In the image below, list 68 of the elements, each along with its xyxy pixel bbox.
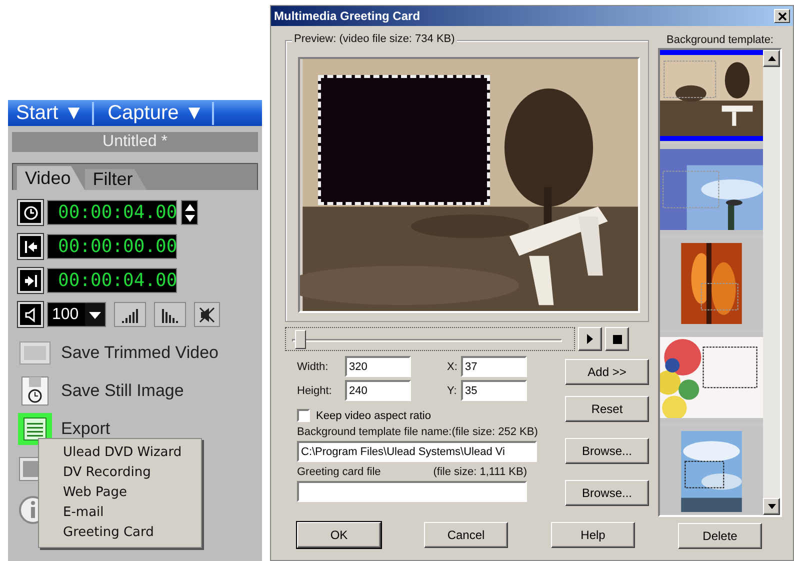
menu-item[interactable]: Greeting Card	[39, 523, 201, 543]
down-arrow-icon	[768, 504, 776, 509]
falling-bars-icon	[160, 306, 180, 322]
clock-icon	[22, 204, 38, 220]
tab[interactable]: Video	[17, 166, 85, 190]
field-label: Greeting card file	[297, 466, 381, 478]
play-button[interactable]	[578, 327, 602, 351]
volume-dropdown[interactable]: 100	[47, 302, 106, 327]
field-label: Background template file name:(file size: 252 KB)	[297, 426, 538, 438]
spin-button[interactable]	[181, 200, 198, 225]
list-label: Background template:	[666, 34, 774, 46]
play-icon	[586, 334, 594, 344]
close-icon	[778, 12, 786, 20]
field-label: Width:	[297, 360, 330, 372]
up-down-arrows-icon	[184, 202, 196, 222]
dialog-button[interactable]: Help	[551, 522, 635, 548]
fade-in-button[interactable]	[114, 302, 146, 327]
rising-bars-icon	[120, 306, 140, 322]
number-field[interactable]: 320	[345, 356, 411, 377]
window-title: Multimedia Greeting Card	[274, 9, 420, 23]
step-tab[interactable]: Capture ▼	[108, 102, 214, 124]
field-label: Height:	[297, 384, 333, 396]
up-arrow-icon	[768, 56, 776, 61]
dialog-button[interactable]: Reset	[565, 396, 649, 422]
field-label: X:	[446, 360, 458, 372]
mark-in-icon	[22, 238, 38, 254]
number-field[interactable]: 35	[461, 380, 527, 401]
number-field[interactable]: 240	[345, 380, 411, 401]
scrollbar[interactable]	[763, 50, 780, 515]
close-button[interactable]	[774, 9, 790, 23]
tab[interactable]: Filter	[84, 169, 147, 190]
mark-out-icon	[22, 272, 38, 288]
path-field[interactable]	[297, 481, 527, 502]
action-button[interactable]: Save Still Image	[18, 377, 262, 405]
timecode-display[interactable]: 00:00:04.00	[47, 268, 177, 293]
field-label: Y:	[446, 384, 458, 396]
fade-out-button[interactable]	[154, 302, 186, 327]
action-button[interactable]: Save Trimmed Video	[18, 339, 262, 367]
path-field[interactable]: C:\Program Files\Ulead Systems\Ulead Vi	[297, 441, 537, 462]
timecode-button[interactable]	[18, 200, 43, 225]
mute-button[interactable]	[194, 302, 220, 327]
timecode-button[interactable]	[18, 234, 43, 259]
menu-item[interactable]: Web Page	[39, 483, 201, 503]
timecode-button[interactable]	[18, 268, 43, 293]
dialog-button[interactable]: Add >>	[565, 359, 649, 385]
group-label: Preview: (video file size: 734 KB)	[292, 33, 457, 45]
project-title: Untitled *	[12, 132, 258, 152]
timecode-display[interactable]: 00:00:00.00	[47, 234, 177, 259]
stop-icon	[612, 334, 622, 344]
menu-item[interactable]: Ulead DVD Wizard	[39, 443, 201, 463]
aspect-checkbox[interactable]: Keep video aspect ratio	[297, 409, 547, 422]
delete-button[interactable]: Delete	[678, 523, 762, 549]
number-field[interactable]: 37	[461, 356, 527, 377]
menu-item[interactable]: DV Recording	[39, 463, 201, 483]
step-tab[interactable]: Start ▼	[16, 102, 94, 124]
timecode-display[interactable]: 00:00:04.00	[47, 200, 177, 225]
muted-speaker-icon	[198, 306, 216, 324]
dialog-button[interactable]: Browse...	[565, 480, 649, 506]
menu-item[interactable]: E-mail	[39, 503, 201, 523]
dialog-button[interactable]: Cancel	[424, 522, 508, 548]
speaker-button[interactable]	[18, 302, 43, 327]
video-area[interactable]	[318, 75, 490, 205]
slider-thumb[interactable]	[294, 330, 306, 349]
stop-button[interactable]	[605, 327, 629, 351]
dialog-button[interactable]: OK	[297, 522, 381, 548]
dialog-button[interactable]: Browse...	[565, 438, 649, 464]
preview-slider[interactable]	[285, 327, 575, 351]
file-size-label: (file size: 1,111 KB)	[433, 466, 527, 478]
